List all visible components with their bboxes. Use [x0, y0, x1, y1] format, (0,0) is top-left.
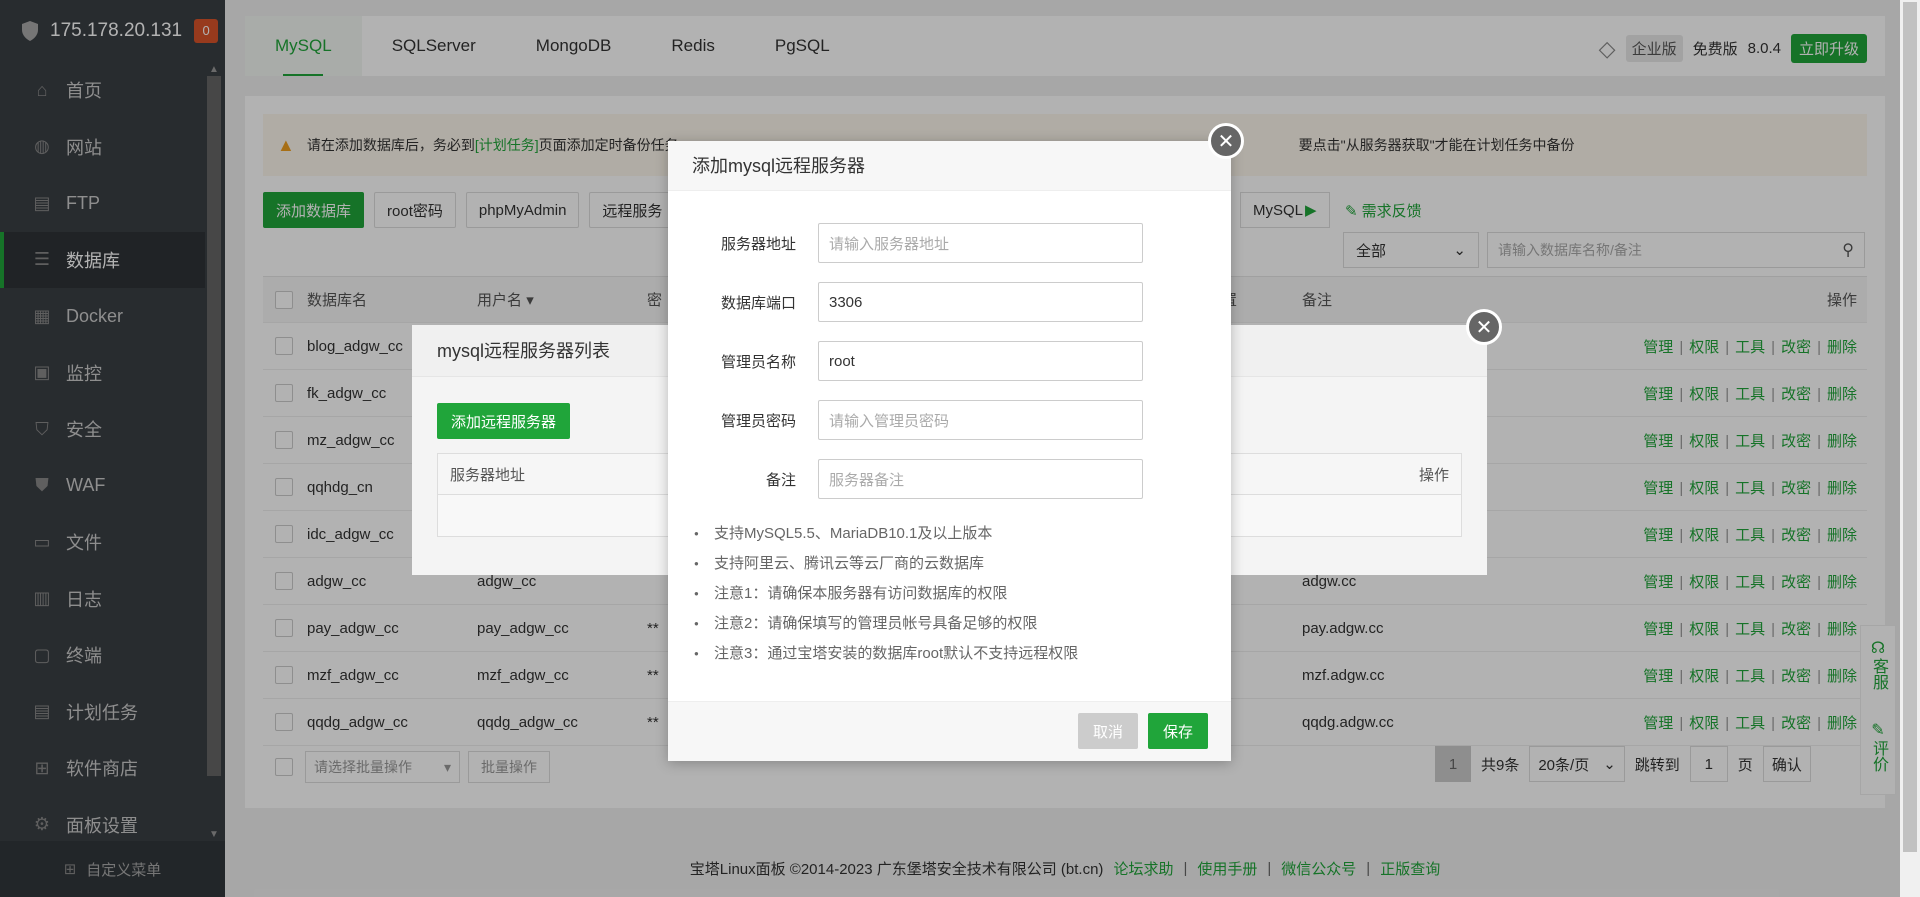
note-item: 注意3：通过宝塔安装的数据库root默认不支持远程权限 [694, 639, 1214, 669]
note-label: 备注 [765, 471, 796, 489]
close-dialog-button[interactable]: ✕ [1208, 123, 1244, 159]
note-item: 注意2：请确保填写的管理员帐号具备足够的权限 [694, 609, 1214, 639]
note-input[interactable]: 服务器备注 [818, 459, 1143, 499]
close-icon: ✕ [1475, 316, 1493, 339]
note-item: 支持阿里云、腾讯云等云厂商的云数据库 [694, 549, 1214, 579]
port-label: 数据库端口 [720, 294, 796, 312]
page-scrollbar[interactable] [1900, 0, 1920, 897]
dialog-title: 添加mysql远程服务器 [668, 141, 1231, 191]
admin-password-label: 管理员密码 [720, 412, 796, 430]
admin-name-input[interactable]: root [818, 341, 1143, 381]
admin-password-input[interactable]: 请输入管理员密码 [818, 400, 1143, 440]
server-address-input[interactable]: 请输入服务器地址 [818, 223, 1143, 263]
page-scroll-thumb[interactable] [1903, 2, 1917, 852]
add-remote-server-button[interactable]: 添加远程服务器 [437, 403, 571, 439]
save-button[interactable]: 保存 [1148, 713, 1208, 749]
note-item: 注意1：请确保本服务器有访问数据库的权限 [694, 579, 1214, 609]
form-row-admin-name: 管理员名称 root [668, 341, 1231, 381]
form-row-address: 服务器地址 请输入服务器地址 [668, 223, 1231, 263]
admin-name-label: 管理员名称 [720, 353, 796, 371]
form-row-admin-password: 管理员密码 请输入管理员密码 [668, 400, 1231, 440]
form-row-note: 备注 服务器备注 [668, 459, 1231, 499]
cancel-button[interactable]: 取消 [1078, 713, 1138, 749]
add-remote-server-dialog: 添加mysql远程服务器 服务器地址 请输入服务器地址 数据库端口 3306 管… [668, 141, 1231, 761]
dialog-notes: 支持MySQL5.5、MariaDB10.1及以上版本 支持阿里云、腾讯云等云厂… [694, 519, 1214, 669]
port-input[interactable]: 3306 [818, 282, 1143, 322]
close-list-dialog-button[interactable]: ✕ [1466, 309, 1502, 345]
close-icon: ✕ [1217, 130, 1235, 153]
dialog-footer [668, 701, 1231, 761]
note-item: 支持MySQL5.5、MariaDB10.1及以上版本 [694, 519, 1214, 549]
form-row-port: 数据库端口 3306 [668, 282, 1231, 322]
col-ops-header: 操作 [1418, 466, 1449, 484]
address-label: 服务器地址 [720, 235, 796, 253]
col-address-header: 服务器地址 [450, 466, 526, 484]
